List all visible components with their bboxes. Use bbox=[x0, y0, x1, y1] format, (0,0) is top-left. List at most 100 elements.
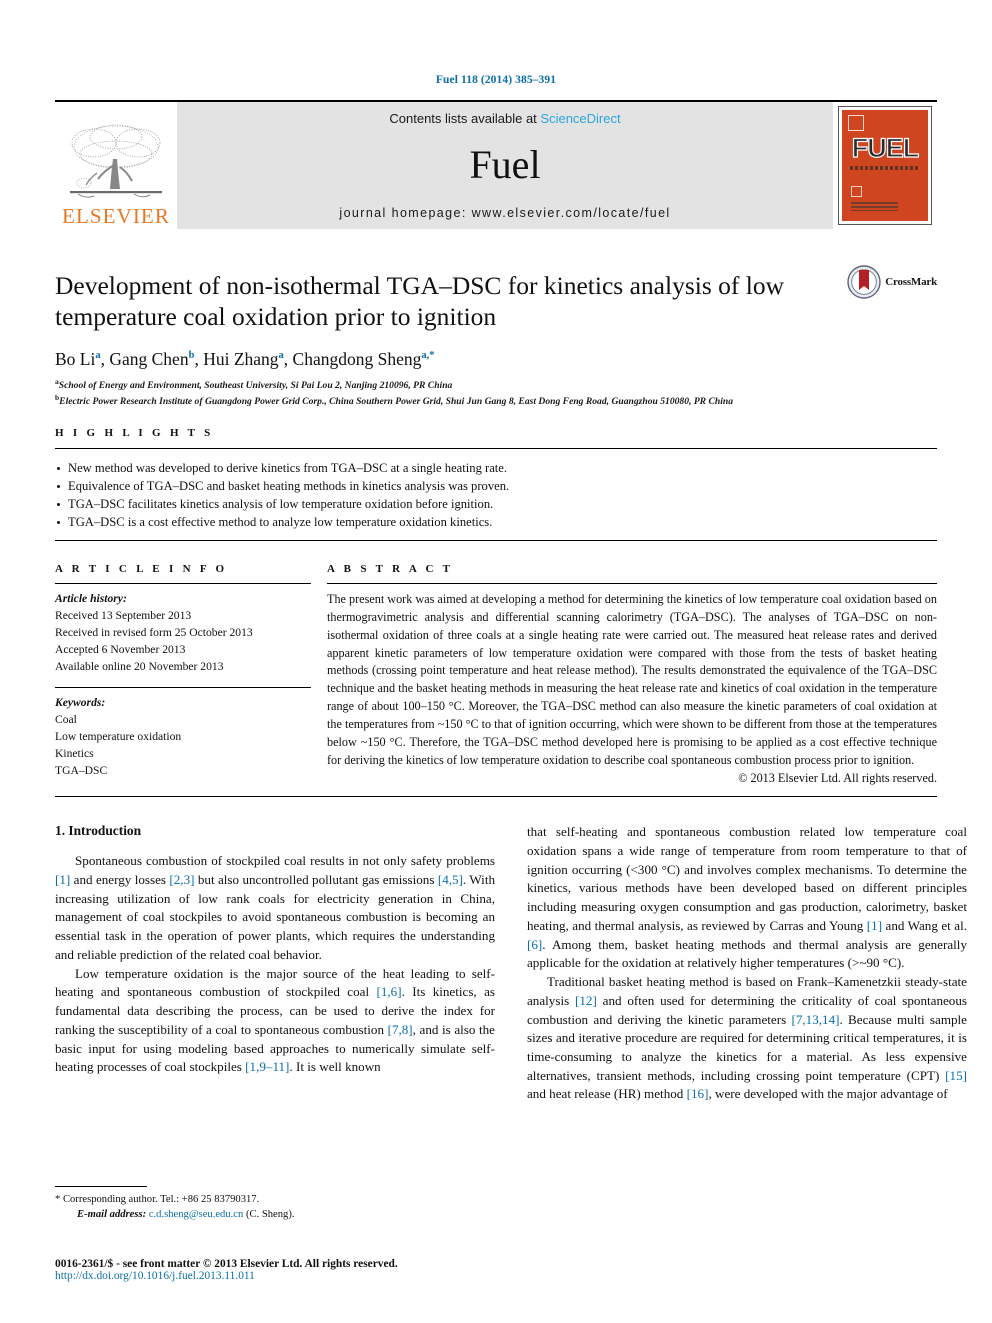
article-title: Development of non-isothermal TGA–DSC fo… bbox=[55, 271, 784, 331]
affiliation-text: School of Energy and Environment, Southe… bbox=[58, 380, 453, 392]
author-name: Hui Zhang bbox=[203, 349, 279, 369]
elsevier-wordmark: ELSEVIER bbox=[62, 204, 170, 228]
history-item: Received 13 September 2013 bbox=[55, 609, 192, 623]
journal-masthead: ELSEVIER Contents lists available at Sci… bbox=[55, 100, 937, 229]
abstract-copyright: © 2013 Elsevier Ltd. All rights reserved… bbox=[738, 771, 937, 786]
running-head: Fuel 118 (2014) 385–391 bbox=[435, 74, 557, 86]
citation-ref[interactable]: [4,5] bbox=[438, 872, 463, 887]
article-info-heading: A R T I C L E I N F O bbox=[55, 563, 228, 576]
highlights-body: New method was developed to derive kinet… bbox=[55, 448, 937, 542]
keyword-item: Kinetics bbox=[55, 747, 94, 761]
highlights-heading: H I G H L I G H T S bbox=[55, 427, 214, 440]
title-block: Development of non-isothermal TGA–DSC fo… bbox=[55, 265, 937, 335]
citation-ref[interactable]: [16] bbox=[687, 1086, 709, 1101]
cover-subtitle-bar bbox=[850, 166, 920, 170]
section-title-introduction: 1. Introduction bbox=[55, 823, 142, 839]
author-name: Changdong Sheng bbox=[292, 349, 422, 369]
article-info-section: A R T I C L E I N F O Article history: R… bbox=[55, 563, 327, 786]
body-columns: 1. Introduction Spontaneous combustion o… bbox=[55, 823, 967, 1104]
journal-article-page: Fuel 118 (2014) 385–391 ELSEVIER Content… bbox=[0, 0, 992, 1323]
contents-lists-line: Contents lists available at ScienceDirec… bbox=[389, 111, 620, 126]
article-history-label: Article history: bbox=[55, 592, 127, 606]
footnote-rule bbox=[55, 1186, 147, 1187]
intro-paragraph-4: Traditional basket heating method is bas… bbox=[527, 973, 967, 1104]
cover-fuel-wordmark: FUEL bbox=[851, 133, 920, 163]
abstract-section: A B S T R A C T The present work was aim… bbox=[327, 563, 937, 786]
author-item: Gang Chenb bbox=[109, 349, 194, 369]
author-item: Hui Zhanga bbox=[203, 349, 284, 369]
highlights-section: H I G H L I G H T S New method was devel… bbox=[55, 427, 937, 542]
cover-small-mark-icon bbox=[851, 186, 862, 197]
masthead-center: Contents lists available at ScienceDirec… bbox=[177, 102, 833, 229]
highlights-list: New method was developed to derive kinet… bbox=[55, 459, 937, 531]
citation-ref[interactable]: [15] bbox=[945, 1068, 967, 1083]
email-suffix: (C. Sheng). bbox=[243, 1209, 295, 1221]
history-item: Received in revised form 25 October 2013 bbox=[55, 626, 253, 640]
journal-title: Fuel bbox=[469, 142, 541, 187]
doi-link[interactable]: http://dx.doi.org/10.1016/j.fuel.2013.11… bbox=[55, 1270, 575, 1282]
citation-ref[interactable]: [2,3] bbox=[169, 872, 194, 887]
keyword-item: TGA–DSC bbox=[55, 764, 108, 778]
history-item: Available online 20 November 2013 bbox=[55, 660, 224, 674]
citation-ref[interactable]: [7,8] bbox=[388, 1022, 413, 1037]
keywords-label: Keywords: bbox=[55, 696, 106, 710]
keywords-block: Keywords: Coal Low temperature oxidation… bbox=[55, 688, 311, 779]
elsevier-tree-icon bbox=[70, 124, 162, 198]
citation-ref[interactable]: [7,13,14] bbox=[791, 1012, 839, 1027]
intro-paragraph-3-text: that self-heating and spontaneous combus… bbox=[527, 824, 967, 971]
author-separator: , bbox=[283, 349, 293, 369]
body-column-left: 1. Introduction Spontaneous combustion o… bbox=[55, 823, 495, 1104]
crossmark-icon bbox=[847, 265, 881, 299]
article-history-block: Article history: Received 13 September 2… bbox=[55, 584, 311, 675]
affiliation-item: bElectric Power Research Institute of Gu… bbox=[55, 393, 937, 409]
intro-paragraph-3: that self-heating and spontaneous combus… bbox=[527, 823, 967, 973]
citation-ref[interactable]: [1] bbox=[55, 872, 70, 887]
corresponding-author-note: * Corresponding author. Tel.: +86 25 837… bbox=[55, 1194, 260, 1205]
highlight-item: TGA–DSC is a cost effective method to an… bbox=[55, 513, 937, 531]
email-note: E-mail address: c.d.sheng@seu.edu.cn (C.… bbox=[55, 1207, 495, 1222]
abstract-heading: A B S T R A C T bbox=[327, 563, 454, 576]
author-name: Gang Chen bbox=[109, 349, 189, 369]
author-separator: , bbox=[194, 349, 204, 369]
highlight-item: New method was developed to derive kinet… bbox=[55, 459, 937, 477]
author-item: Bo Lia bbox=[55, 349, 101, 369]
email-label: E-mail address: bbox=[77, 1209, 147, 1221]
issn-copyright-line: 0016-2361/$ - see front matter © 2013 El… bbox=[55, 1258, 398, 1270]
author-item: Changdong Shenga,* bbox=[293, 349, 435, 369]
intro-paragraph-1: Spontaneous combustion of stockpiled coa… bbox=[55, 852, 495, 964]
citation-ref[interactable]: [1] bbox=[867, 918, 882, 933]
citation-ref[interactable]: [6] bbox=[527, 937, 542, 952]
elsevier-logo: ELSEVIER bbox=[55, 102, 177, 229]
author-list: Bo Lia, Gang Chenb, Hui Zhanga, Changdon… bbox=[55, 349, 937, 370]
keyword-item: Low temperature oxidation bbox=[55, 730, 182, 744]
footnote-block: * Corresponding author. Tel.: +86 25 837… bbox=[55, 1186, 495, 1223]
copyright-block: 0016-2361/$ - see front matter © 2013 El… bbox=[55, 1258, 575, 1282]
journal-cover-thumbnail: FUEL bbox=[833, 102, 937, 229]
intro-paragraph-4-text: Traditional basket heating method is bas… bbox=[527, 974, 967, 1102]
citation-ref[interactable]: [12] bbox=[575, 993, 597, 1008]
affiliation-list: aSchool of Energy and Environment, South… bbox=[55, 377, 937, 409]
cover-elsevier-mark-icon bbox=[848, 115, 864, 131]
crossmark-badge[interactable]: CrossMark bbox=[847, 265, 937, 299]
body-column-right: that self-heating and spontaneous combus… bbox=[527, 823, 967, 1104]
abstract-bottom-rule bbox=[55, 796, 937, 798]
citation-ref[interactable]: [1,6] bbox=[376, 984, 401, 999]
keyword-item: Coal bbox=[55, 713, 77, 727]
intro-paragraph-2: Low temperature oxidation is the major s… bbox=[55, 965, 495, 1077]
journal-homepage-link[interactable]: journal homepage: www.elsevier.com/locat… bbox=[339, 206, 670, 220]
sciencedirect-link[interactable]: ScienceDirect bbox=[540, 111, 620, 126]
intro-paragraph-1-text: Spontaneous combustion of stockpiled coa… bbox=[55, 853, 495, 962]
crossmark-label: CrossMark bbox=[885, 276, 937, 288]
history-item: Accepted 6 November 2013 bbox=[55, 643, 186, 657]
citation-ref[interactable]: [1,9–11] bbox=[245, 1059, 289, 1074]
info-abstract-row: A R T I C L E I N F O Article history: R… bbox=[55, 563, 937, 786]
intro-paragraph-2-text: Low temperature oxidation is the major s… bbox=[55, 965, 495, 1075]
abstract-text: The present work was aimed at developing… bbox=[327, 592, 937, 767]
author-affil-marker: a,* bbox=[421, 350, 435, 362]
contents-prefix: Contents lists available at bbox=[389, 111, 541, 126]
email-link[interactable]: c.d.sheng@seu.edu.cn bbox=[149, 1209, 243, 1220]
affiliation-text: Electric Power Research Institute of Gua… bbox=[59, 396, 734, 408]
highlight-item: Equivalence of TGA–DSC and basket heatin… bbox=[55, 477, 937, 495]
author-name: Bo Li bbox=[55, 349, 96, 369]
cover-footer-bar bbox=[851, 202, 898, 211]
